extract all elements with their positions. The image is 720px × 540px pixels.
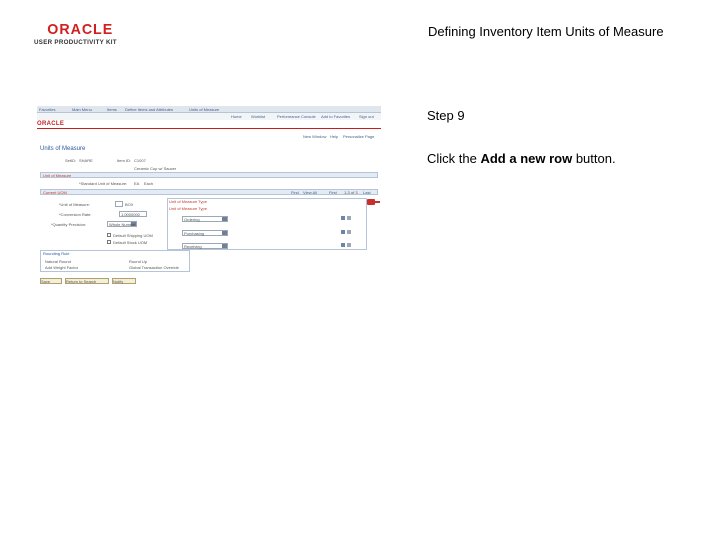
uom-type-1: Ordering: [184, 217, 200, 222]
uom-value: BOX: [125, 202, 134, 207]
add-row-icon[interactable]: [341, 216, 345, 220]
uom-type-2: Purchasing: [184, 231, 205, 236]
item-description: Ceramic Cup w/ Saucer: [134, 166, 177, 171]
rounding-opt1[interactable]: Natural Round: [45, 259, 71, 264]
section-header: Unit of Measure: [40, 172, 378, 178]
notify-label: Notify: [113, 279, 124, 284]
conversion-value: 1.0000000: [121, 212, 140, 217]
return-to-search-button[interactable]: Return to Search: [65, 278, 109, 284]
uom-type-header: Unit of Measure Type: [169, 199, 207, 204]
conversion-label: *Conversion Rate:: [59, 212, 92, 217]
menu-home[interactable]: Home: [231, 114, 242, 119]
rounding-title: Rounding Rule: [43, 251, 70, 256]
setid-value: SHARE: [79, 158, 93, 163]
rounding-opt1-sub: Add Weight Factor: [45, 265, 79, 270]
oracle-upk-logo: ORACLE USER PRODUCTIVITY KIT: [34, 22, 124, 48]
uom-type-3: Receiving: [184, 244, 202, 249]
mini-oracle-logo: ORACLE: [37, 121, 65, 127]
default-stock-label: Default Stock UOM: [113, 240, 148, 245]
add-new-row-button[interactable]: [367, 199, 375, 205]
breadcrumb: Favorites Main Menu Items Define Items a…: [37, 106, 381, 113]
nav-items[interactable]: Items: [107, 107, 117, 112]
step-number: Step 9: [427, 108, 465, 123]
delete-row-icon[interactable]: [347, 230, 351, 234]
rounding-opt2-sub: Global Transaction Override: [129, 265, 179, 270]
menu-add-favorites[interactable]: Add to Favorites: [321, 114, 350, 119]
link-help[interactable]: Help: [330, 134, 338, 139]
link-personalize[interactable]: Personalize Page: [343, 134, 374, 139]
pointer-arrow-icon: [375, 201, 380, 203]
notify-button[interactable]: Notify: [112, 278, 136, 284]
grid-first[interactable]: First: [329, 190, 337, 195]
grid-find[interactable]: Find: [291, 190, 299, 195]
step-instruction: Click the Add a new row button.: [427, 151, 616, 166]
default-shipping-checkbox[interactable]: [107, 233, 111, 237]
nav-main-menu[interactable]: Main Menu: [72, 107, 92, 112]
nav-units-of-measure[interactable]: Units of Measure: [189, 107, 219, 112]
delete-row-icon[interactable]: [347, 216, 351, 220]
menu-worklist[interactable]: Worklist: [251, 114, 265, 119]
sub-section-header: Current UOM: [40, 189, 378, 195]
precision-label: *Quantity Precision:: [51, 222, 87, 227]
default-stock-checkbox[interactable]: [107, 240, 111, 244]
menu-performance[interactable]: Performance Console: [277, 114, 316, 119]
section-title: Unit of Measure: [43, 173, 72, 178]
header-divider: [37, 128, 381, 129]
return-label: Return to Search: [66, 279, 97, 284]
link-new-window[interactable]: New Window: [303, 134, 326, 139]
add-row-icon[interactable]: [341, 230, 345, 234]
instruction-bold: Add a new row: [480, 151, 573, 166]
save-label: Save: [41, 279, 51, 284]
sub-section-title: Current UOM: [43, 190, 67, 195]
add-row-icon[interactable]: [341, 243, 345, 247]
header-menubar: Home Worklist Performance Console Add to…: [37, 113, 381, 120]
std-uom-desc: Each: [144, 181, 154, 186]
uom-input[interactable]: [115, 201, 123, 207]
std-uom-value: EA: [134, 181, 140, 186]
delete-row-icon[interactable]: [347, 243, 351, 247]
default-shipping-label: Default Shipping UOM: [113, 233, 153, 238]
logo-product: USER PRODUCTIVITY KIT: [34, 39, 117, 46]
uom-type-col: Unit of Measure Type: [169, 206, 207, 211]
rounding-opt2[interactable]: Round Up: [129, 259, 147, 264]
item-label: Item ID:: [117, 158, 132, 163]
grid-count: 1-3 of 3: [344, 190, 358, 195]
screenshot-thumbnail: Favorites Main Menu Items Define Items a…: [37, 106, 381, 289]
page-title: Units of Measure: [40, 146, 86, 152]
grid-last[interactable]: Last: [363, 190, 371, 195]
std-uom-label: *Standard Unit of Measure:: [79, 181, 128, 186]
menu-sign-out[interactable]: Sign out: [359, 114, 374, 119]
nav-favorites[interactable]: Favorites: [39, 107, 55, 112]
logo-brand: ORACLE: [47, 21, 114, 38]
instruction-prefix: Click the: [427, 151, 481, 166]
slide-title: Defining Inventory Item Units of Measure: [428, 24, 664, 39]
precision-value: Whole Number: [109, 222, 136, 227]
uom-label: *Unit of Measure:: [59, 202, 90, 207]
nav-define-items[interactable]: Define Items and Attributes: [125, 107, 173, 112]
setid-label: SetID:: [65, 158, 77, 163]
grid-view-all[interactable]: View All: [303, 190, 317, 195]
instruction-suffix: button.: [572, 151, 616, 166]
item-value: C1007: [134, 158, 146, 163]
save-button[interactable]: Save: [40, 278, 62, 284]
